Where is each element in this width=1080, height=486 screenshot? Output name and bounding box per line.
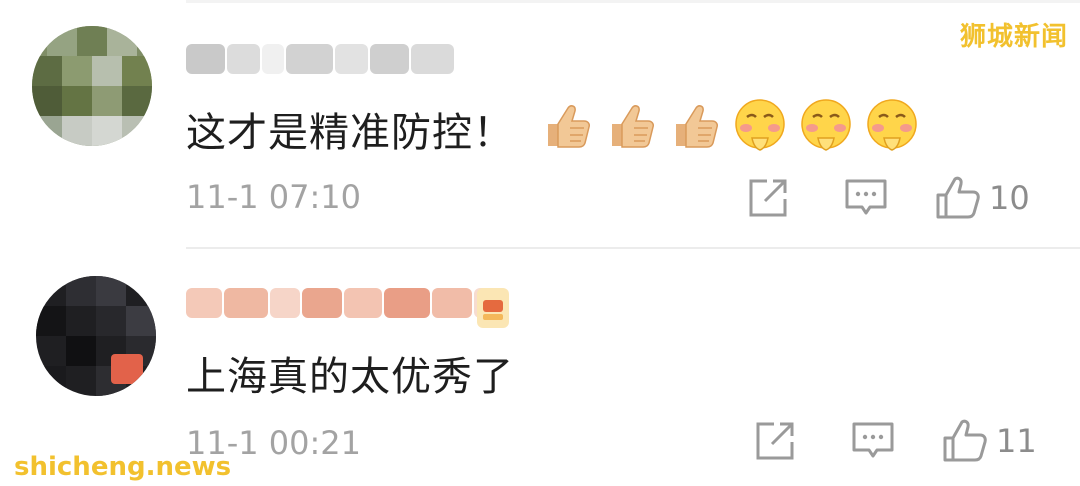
username-blurred[interactable] <box>186 40 456 78</box>
comment-item: 上海真的太优秀了 11-1 00:21 11 <box>0 248 1080 486</box>
like-icon[interactable] <box>942 418 988 464</box>
avatar[interactable] <box>36 276 156 396</box>
like-count: 10 <box>989 179 1030 217</box>
avatar[interactable] <box>32 26 152 146</box>
watermark-top-right: 狮城新闻 <box>959 22 1068 52</box>
username-blurred[interactable] <box>186 284 516 322</box>
share-icon[interactable] <box>745 175 791 221</box>
like-count: 11 <box>996 422 1037 460</box>
watermark-bottom-left: shicheng.news <box>14 452 232 482</box>
comment-actions: 10 <box>745 175 1030 221</box>
member-badge-icon[interactable] <box>475 286 511 330</box>
thumbs-up-emoji-icon <box>548 105 590 148</box>
share-icon[interactable] <box>752 418 798 464</box>
emoji-row <box>540 98 920 154</box>
shy-face-emoji-icon <box>735 99 785 151</box>
comment-timestamp: 11-1 07:10 <box>186 178 362 216</box>
comment-text: 上海真的太优秀了 <box>186 354 514 400</box>
comment-icon[interactable] <box>843 175 889 221</box>
thumbs-up-emoji-icon <box>612 105 654 148</box>
comment-text: 这才是精准防控！ <box>186 110 514 156</box>
comment-item: 这才是精准防控！ 11-1 07:10 10 <box>0 0 1080 248</box>
comment-icon[interactable] <box>850 418 896 464</box>
thumbs-up-emoji-icon <box>676 105 718 148</box>
like-icon[interactable] <box>935 175 981 221</box>
comment-actions: 11 <box>752 418 1037 464</box>
shy-face-emoji-icon <box>867 99 917 151</box>
shy-face-emoji-icon <box>801 99 851 151</box>
